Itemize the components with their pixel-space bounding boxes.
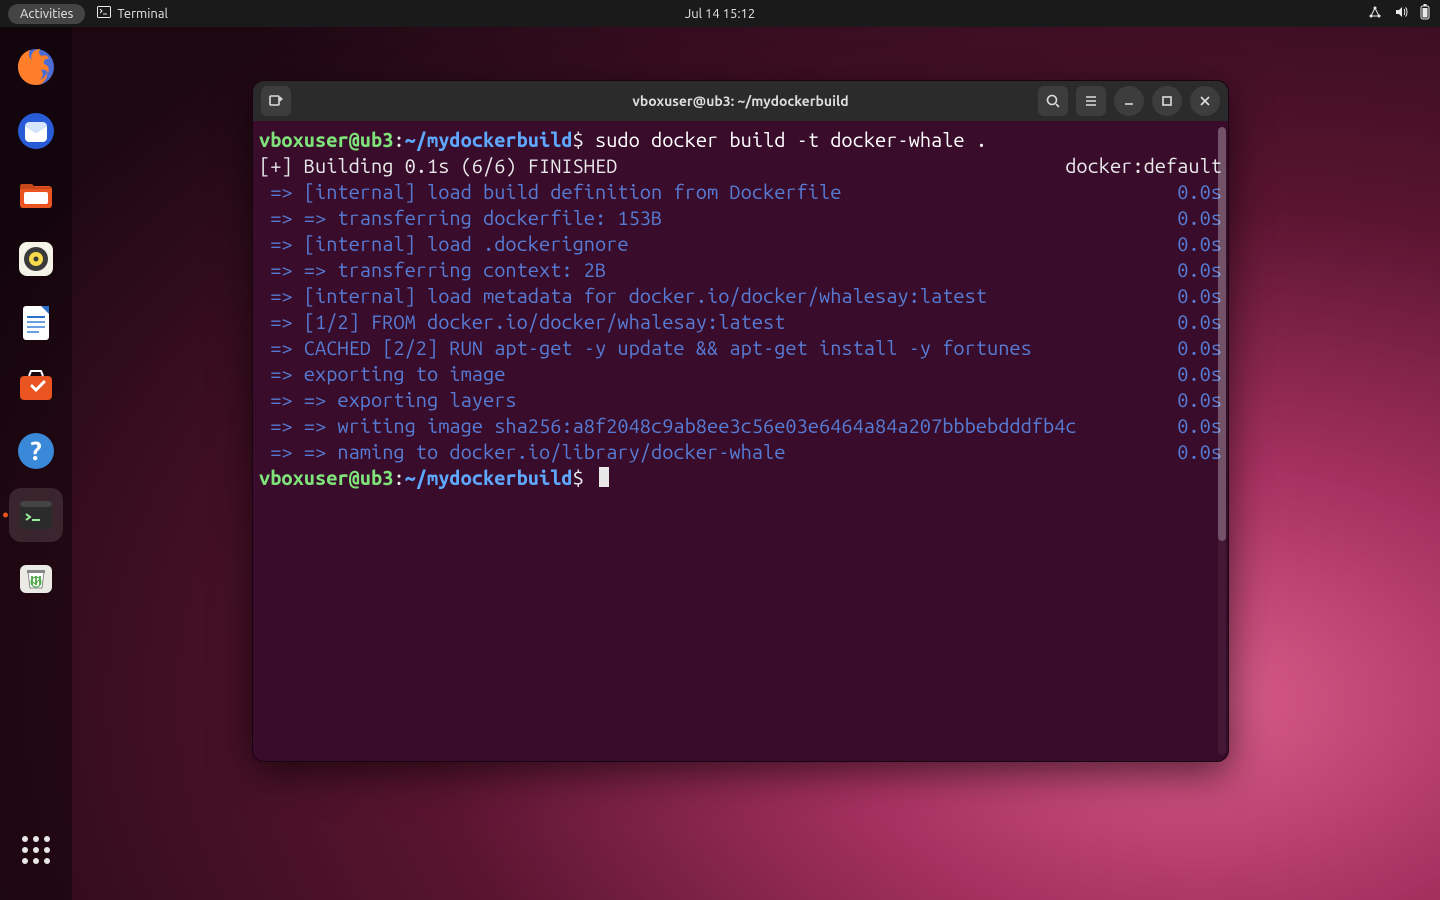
dock-help[interactable]: ? — [9, 424, 63, 478]
terminal-body[interactable]: vboxuser@ub3:~/mydockerbuild$ sudo docke… — [253, 121, 1228, 761]
dock: ? — [0, 27, 72, 900]
battery-icon[interactable] — [1420, 4, 1430, 23]
dock-ubuntu-software[interactable] — [9, 360, 63, 414]
dock-thunderbird[interactable] — [9, 104, 63, 158]
appmenu-button[interactable]: Terminal — [97, 6, 168, 21]
terminal-window: vboxuser@ub3: ~/mydockerbuild vboxuser@u… — [252, 80, 1229, 762]
dock-show-applications[interactable] — [9, 823, 63, 877]
build-output-line: => => transferring context: 2B0.0s — [259, 257, 1222, 283]
prompt-line: vboxuser@ub3:~/mydockerbuild$ — [259, 465, 1222, 491]
dock-firefox[interactable] — [9, 40, 63, 94]
terminal-headerbar: vboxuser@ub3: ~/mydockerbuild — [253, 81, 1228, 121]
close-button[interactable] — [1190, 86, 1220, 116]
clock[interactable]: Jul 14 15:12 — [685, 7, 755, 21]
build-output-line: => => naming to docker.io/library/docker… — [259, 439, 1222, 465]
build-output-line: => CACHED [2/2] RUN apt-get -y update &&… — [259, 335, 1222, 361]
build-output-line: => => exporting layers0.0s — [259, 387, 1222, 413]
build-output-line: => [internal] load build definition from… — [259, 179, 1222, 205]
command-line: vboxuser@ub3:~/mydockerbuild$ sudo docke… — [259, 127, 1222, 153]
cursor — [599, 467, 609, 487]
terminal-scrollbar[interactable] — [1218, 127, 1226, 755]
new-tab-button[interactable] — [261, 86, 291, 116]
dock-rhythmbox[interactable] — [9, 232, 63, 286]
dock-terminal[interactable] — [9, 488, 63, 542]
search-button[interactable] — [1038, 86, 1068, 116]
volume-icon[interactable] — [1394, 5, 1408, 22]
hamburger-menu-button[interactable] — [1076, 86, 1106, 116]
terminal-icon — [97, 6, 111, 21]
maximize-button[interactable] — [1152, 86, 1182, 116]
dock-libreoffice-writer[interactable] — [9, 296, 63, 350]
minimize-button[interactable] — [1114, 86, 1144, 116]
window-title: vboxuser@ub3: ~/mydockerbuild — [632, 93, 848, 109]
svg-text:?: ? — [30, 436, 41, 465]
dock-trash[interactable] — [9, 552, 63, 606]
build-output-line: => => transferring dockerfile: 153B0.0s — [259, 205, 1222, 231]
build-output-line: => => writing image sha256:a8f2048c9ab8e… — [259, 413, 1222, 439]
scrollbar-thumb[interactable] — [1218, 127, 1226, 541]
appmenu-label: Terminal — [117, 7, 168, 21]
build-output-line: => [internal] load .dockerignore0.0s — [259, 231, 1222, 257]
activities-button[interactable]: Activities — [8, 4, 85, 24]
build-output-line: => [1/2] FROM docker.io/docker/whalesay:… — [259, 309, 1222, 335]
gnome-topbar: Activities Terminal Jul 14 15:12 — [0, 0, 1440, 27]
build-header: [+] Building 0.1s (6/6) FINISHEDdocker:d… — [259, 153, 1222, 179]
build-output-line: => exporting to image0.0s — [259, 361, 1222, 387]
dock-files[interactable] — [9, 168, 63, 222]
network-icon[interactable] — [1368, 5, 1382, 22]
build-output-line: => [internal] load metadata for docker.i… — [259, 283, 1222, 309]
